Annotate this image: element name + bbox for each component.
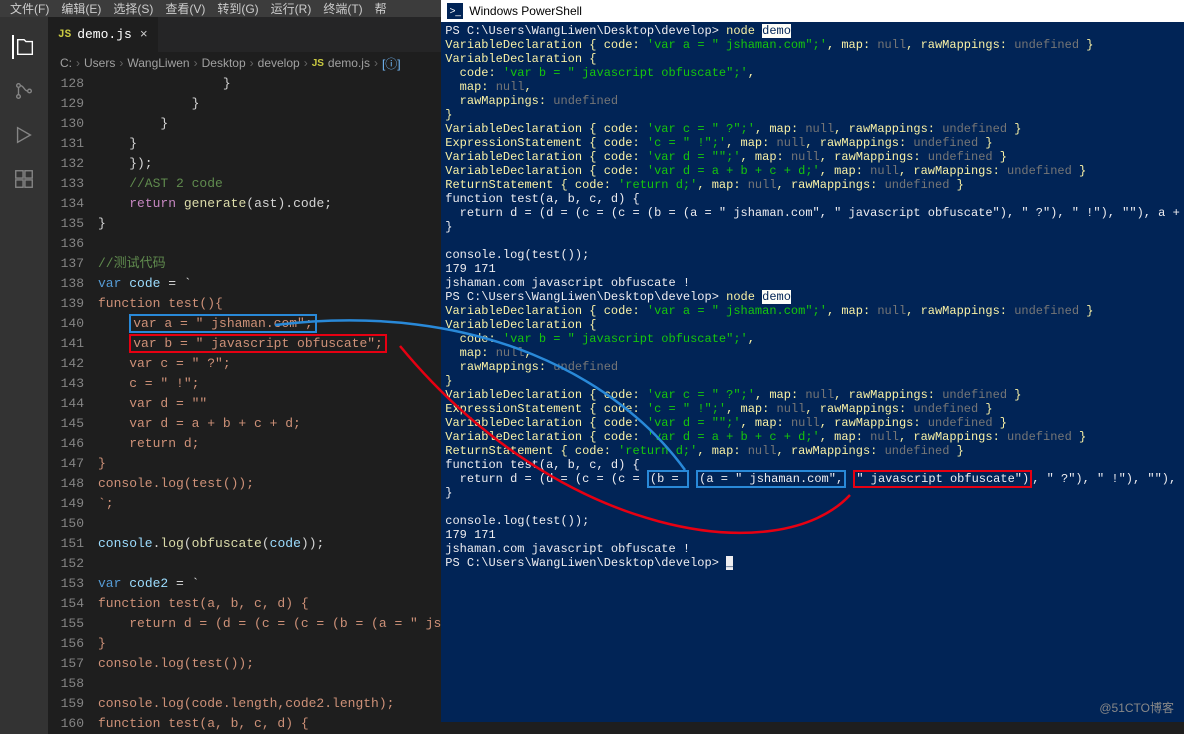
menu-run[interactable]: 运行(R): [265, 0, 318, 17]
powershell-icon: >_: [447, 3, 463, 19]
run-debug-icon[interactable]: [12, 123, 36, 147]
extensions-icon[interactable]: [12, 167, 36, 191]
menu-file[interactable]: 文件(F): [4, 0, 55, 17]
powershell-output[interactable]: PS C:\Users\WangLiwen\Desktop\develop> n…: [441, 22, 1184, 722]
powershell-panel: >_ Windows PowerShell PS C:\Users\WangLi…: [441, 0, 1184, 722]
editor-tabs: JS demo.js ×: [48, 17, 441, 52]
menu-terminal[interactable]: 终端(T): [317, 0, 368, 17]
menu-edit[interactable]: 编辑(E): [55, 0, 107, 17]
menu-goto[interactable]: 转到(G): [211, 0, 264, 17]
close-icon[interactable]: ×: [140, 27, 148, 42]
code-content[interactable]: } } } } }); //AST 2 code return generate…: [98, 74, 441, 734]
powershell-title: Windows PowerShell: [469, 4, 582, 18]
explorer-icon[interactable]: [12, 35, 36, 59]
tab-demo-js[interactable]: JS demo.js ×: [48, 17, 158, 52]
menu-view[interactable]: 查看(V): [159, 0, 211, 17]
menu-help[interactable]: 帮: [369, 0, 393, 17]
source-control-icon[interactable]: [12, 79, 36, 103]
menubar[interactable]: 文件(F) 编辑(E) 选择(S) 查看(V) 转到(G) 运行(R) 终端(T…: [0, 0, 441, 17]
watermark: @51CTO博客: [1099, 699, 1174, 716]
js-file-icon: JS: [312, 58, 324, 69]
editor[interactable]: 128 129 130 131 132 133 134 135 136 137 …: [48, 74, 441, 734]
menu-select[interactable]: 选择(S): [107, 0, 159, 17]
line-gutter: 128 129 130 131 132 133 134 135 136 137 …: [48, 74, 98, 734]
powershell-titlebar[interactable]: >_ Windows PowerShell: [441, 0, 1184, 22]
breadcrumbs[interactable]: C:› Users› WangLiwen› Desktop› develop› …: [48, 52, 441, 74]
activity-bar: [0, 17, 48, 734]
tab-label: demo.js: [77, 27, 132, 42]
js-file-icon: JS: [58, 29, 71, 41]
vscode-panel: 文件(F) 编辑(E) 选择(S) 查看(V) 转到(G) 运行(R) 终端(T…: [0, 0, 441, 722]
symbol-icon: [ⓘ]: [382, 55, 401, 72]
